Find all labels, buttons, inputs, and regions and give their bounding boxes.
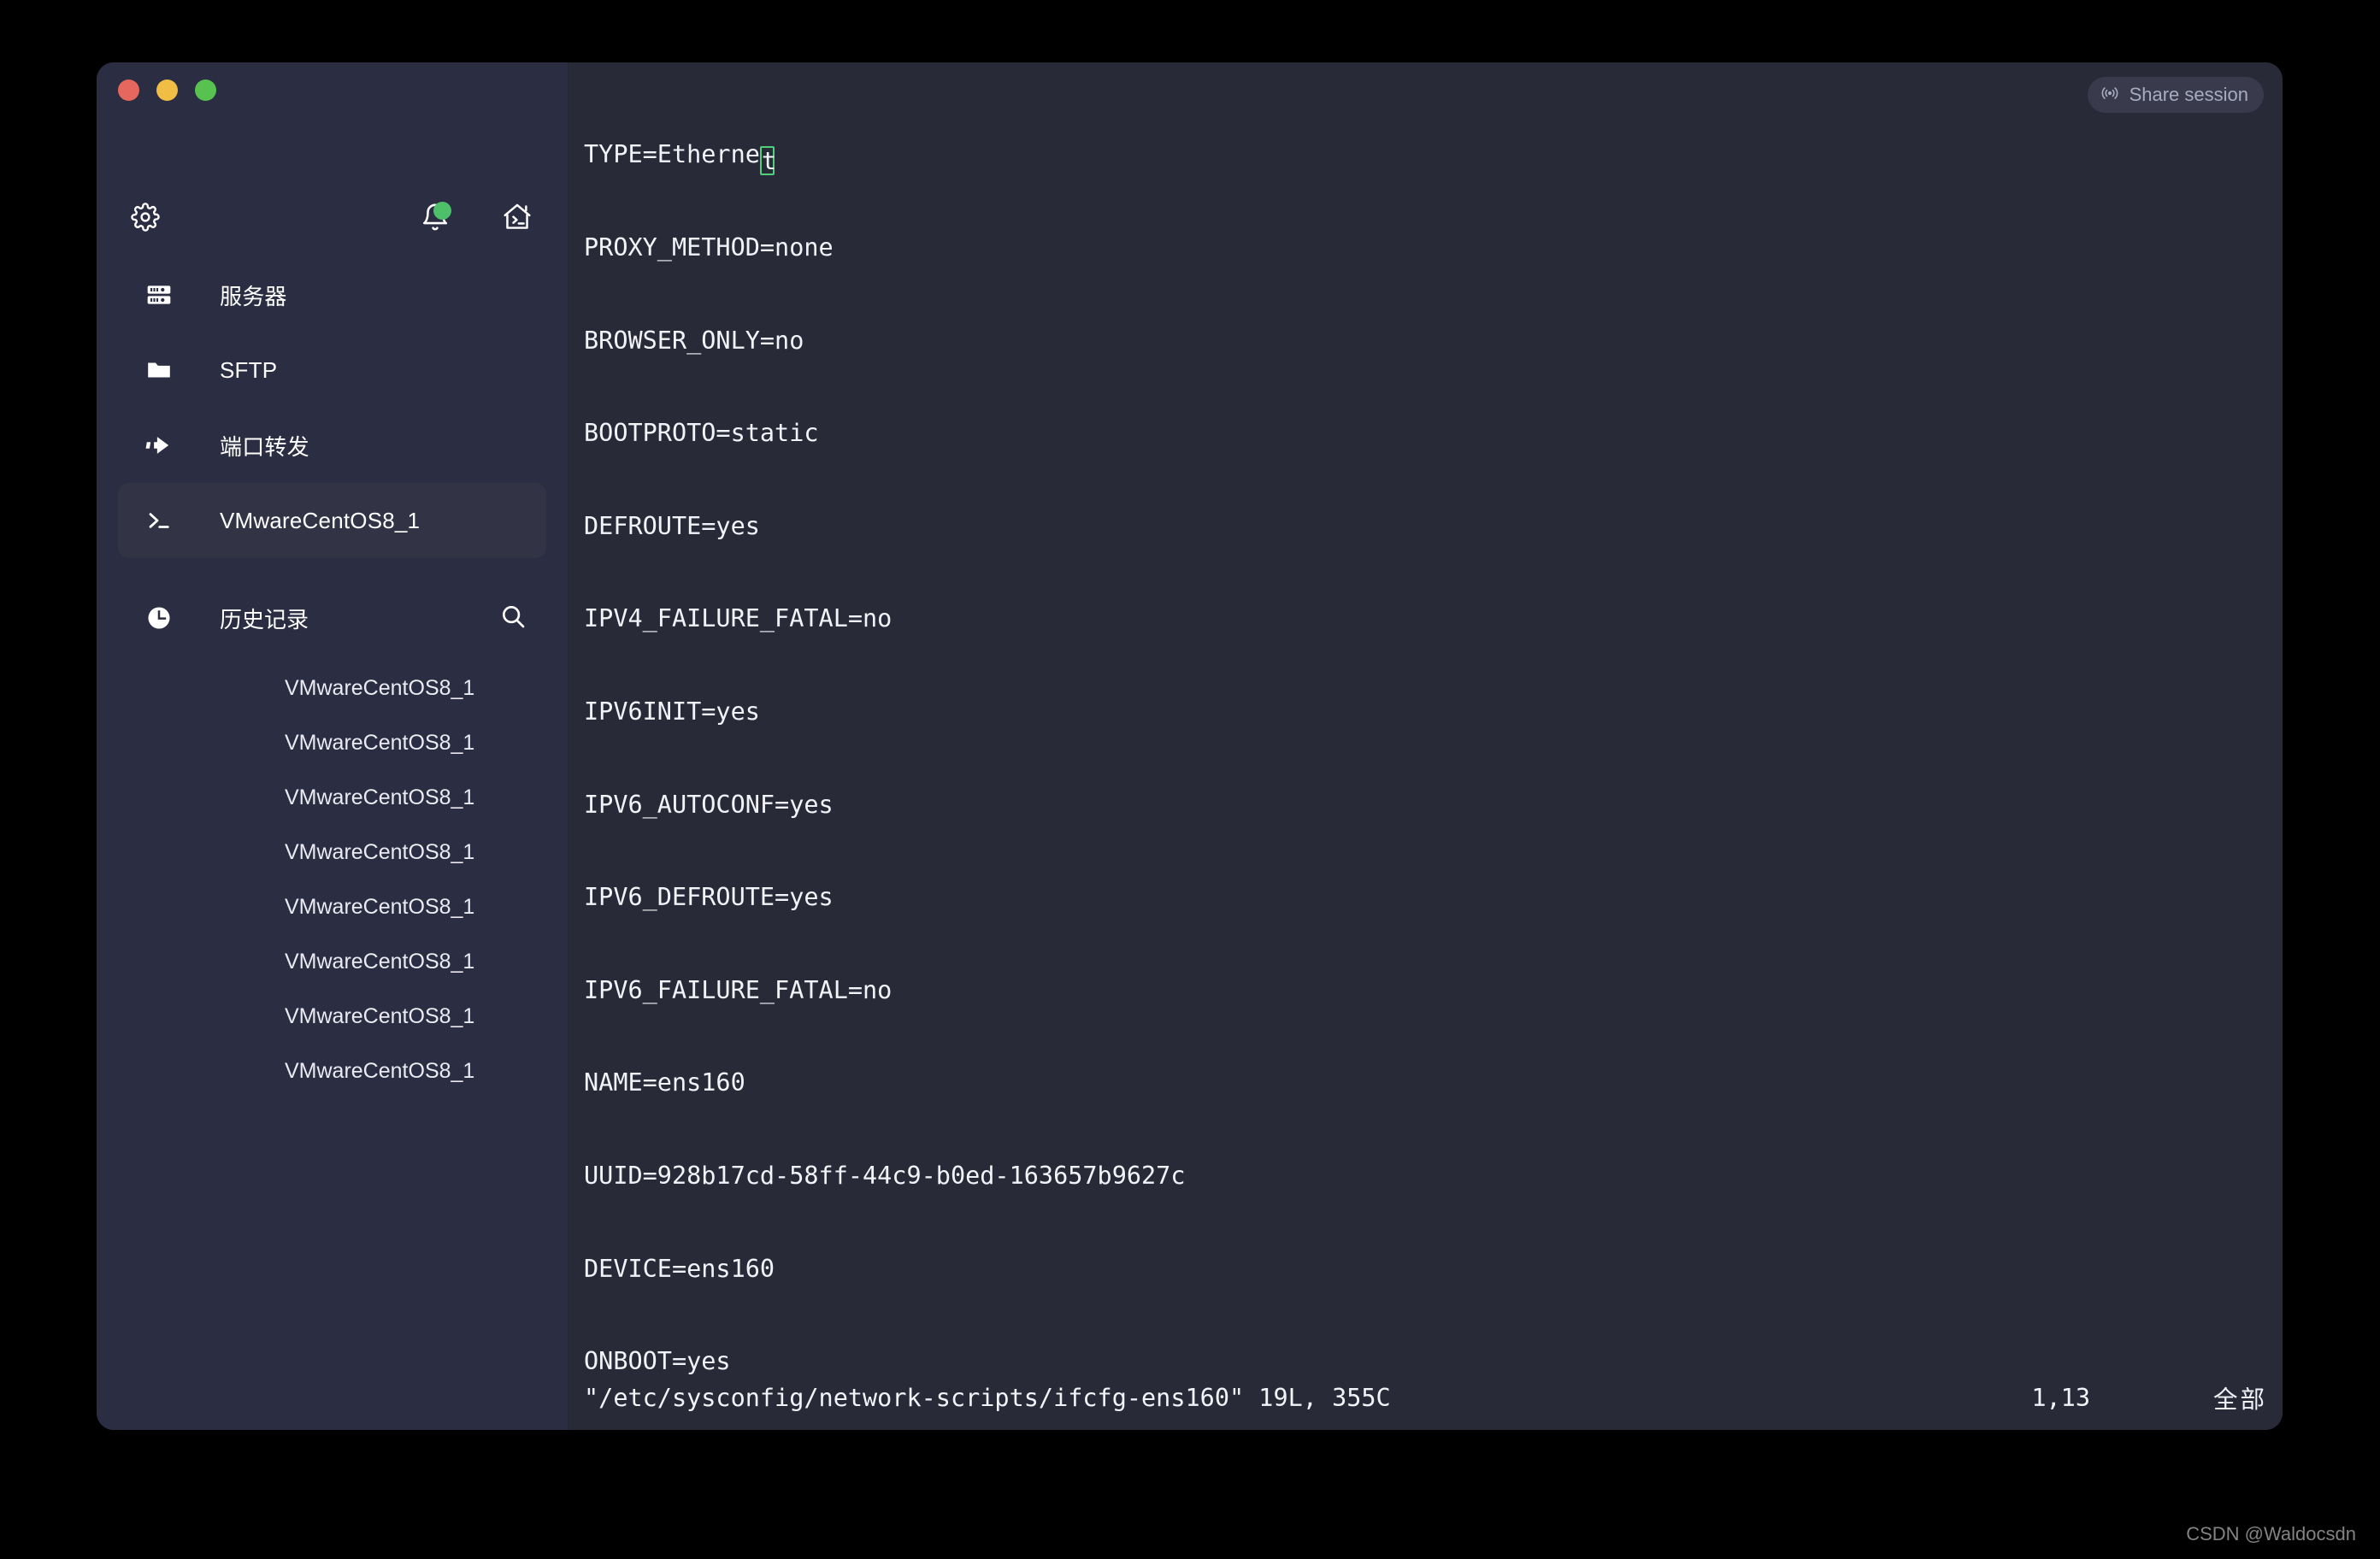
sidebar-item-vmwarecentos8-1[interactable]: VMwareCentOS8_1 [118, 483, 546, 558]
sidebar-toolbar [97, 197, 568, 240]
watermark: CSDN @Waldocsdn [2186, 1523, 2356, 1544]
clock-icon [145, 604, 185, 632]
terminal-line: IPV6INIT=yes [584, 697, 760, 726]
status-scroll-indicator: 全部 [2212, 1385, 2267, 1414]
sidebar-item-label: VMwareCentOS8_1 [220, 507, 421, 533]
list-item[interactable]: VMwareCentOS8_1 [97, 715, 568, 770]
list-item[interactable]: VMwareCentOS8_1 [97, 934, 568, 989]
terminal-line: DEVICE=ens160 [584, 1254, 775, 1283]
terminal-line: PROXY_METHOD=none [584, 233, 834, 262]
list-item[interactable]: VMwareCentOS8_1 [97, 770, 568, 825]
home-button[interactable] [496, 197, 539, 240]
gear-icon [131, 202, 160, 236]
history-section-header: 历史记录 [97, 588, 568, 648]
terminal-line: IPV4_FAILURE_FATAL=no [584, 604, 892, 633]
folder-icon [145, 356, 185, 384]
app-window: 服务器 SFTP 端口转发 VMwareCentOS8_1 历史记录 VMwar… [97, 62, 2283, 1430]
history-item-label: VMwareCentOS8_1 [285, 839, 475, 864]
history-item-label: VMwareCentOS8_1 [285, 785, 475, 809]
search-icon[interactable] [499, 603, 527, 634]
sidebar-item-sftp[interactable]: SFTP [118, 332, 546, 408]
sidebar-nav-list: 服务器 SFTP 端口转发 VMwareCentOS8_1 [97, 257, 568, 558]
terminal-line: DEFROUTE=yes [584, 511, 760, 540]
list-item[interactable]: VMwareCentOS8_1 [97, 661, 568, 715]
server-rack-icon [145, 281, 185, 309]
terminal-pane[interactable]: Share session TYPE=Ethernet PROXY_METHOD… [568, 62, 2283, 1430]
terminal-line: ONBOOT=yes [584, 1347, 731, 1376]
list-item[interactable]: VMwareCentOS8_1 [97, 825, 568, 880]
terminal-line: UUID=928b17cd-58ff-44c9-b0ed-163657b9627… [584, 1161, 1186, 1190]
history-item-label: VMwareCentOS8_1 [285, 675, 475, 700]
settings-button[interactable] [124, 197, 167, 240]
notifications-button[interactable] [414, 197, 457, 240]
notification-badge [433, 202, 451, 220]
history-item-label: VMwareCentOS8_1 [285, 730, 475, 755]
terminal-line: IPV6_FAILURE_FATAL=no [584, 975, 892, 1004]
window-traffic-lights [118, 79, 216, 101]
sidebar-item-label: 服务器 [220, 283, 287, 309]
status-cursor-position: 1,13 [2031, 1383, 2090, 1412]
list-item[interactable]: VMwareCentOS8_1 [97, 880, 568, 934]
close-window-button[interactable] [118, 79, 139, 101]
terminal-prompt-icon [145, 507, 185, 534]
sidebar-item-port-forwarding[interactable]: 端口转发 [118, 408, 546, 483]
sidebar-item-label: 端口转发 [220, 433, 309, 460]
terminal-line: IPV6_DEFROUTE=yes [584, 883, 834, 912]
terminal-line: BROWSER_ONLY=no [584, 326, 804, 355]
terminal-output: TYPE=Ethernet PROXY_METHOD=none BROWSER_… [584, 78, 2283, 1430]
terminal-line: IPV6_AUTOCONF=yes [584, 790, 834, 819]
history-section-label: 历史记录 [220, 606, 309, 632]
list-item[interactable]: VMwareCentOS8_1 [97, 1044, 568, 1098]
history-list: VMwareCentOS8_1 VMwareCentOS8_1 VMwareCe… [97, 661, 568, 1098]
home-terminal-icon [501, 201, 533, 238]
port-forward-arrow-icon [145, 432, 185, 459]
sidebar-item-label: SFTP [220, 356, 278, 383]
history-item-label: VMwareCentOS8_1 [285, 894, 475, 919]
sidebar-item-servers[interactable]: 服务器 [118, 257, 546, 332]
terminal-line: TYPE=Ethernet [584, 139, 2283, 176]
history-item-label: VMwareCentOS8_1 [285, 949, 475, 974]
maximize-window-button[interactable] [195, 79, 216, 101]
terminal-line-prefix: TYPE=Etherne [584, 140, 760, 169]
minimize-window-button[interactable] [156, 79, 178, 101]
terminal-line: BOOTPROTO=static [584, 419, 819, 448]
terminal-line: NAME=ens160 [584, 1068, 745, 1097]
list-item[interactable]: VMwareCentOS8_1 [97, 989, 568, 1044]
terminal-status-bar: "/etc/sysconfig/network-scripts/ifcfg-en… [584, 1380, 2267, 1415]
terminal-cursor: t [759, 146, 777, 176]
history-item-label: VMwareCentOS8_1 [285, 1003, 475, 1028]
status-file-info: "/etc/sysconfig/network-scripts/ifcfg-en… [584, 1383, 1391, 1412]
sidebar: 服务器 SFTP 端口转发 VMwareCentOS8_1 历史记录 VMwar… [97, 62, 568, 1430]
history-item-label: VMwareCentOS8_1 [285, 1058, 475, 1083]
